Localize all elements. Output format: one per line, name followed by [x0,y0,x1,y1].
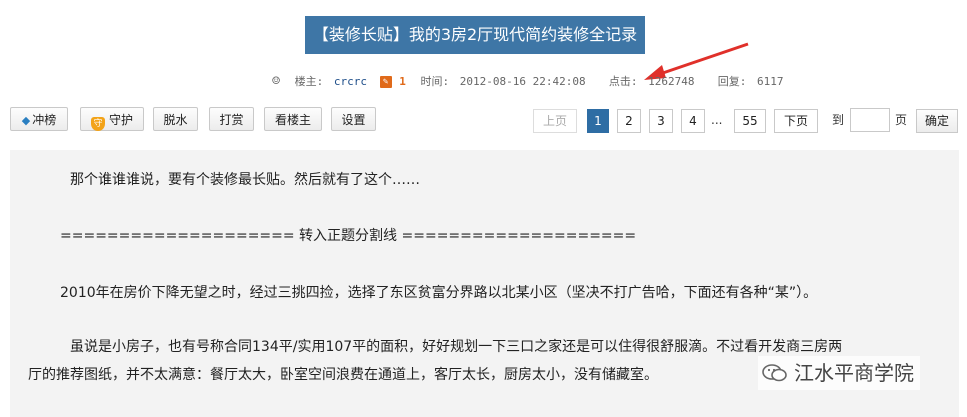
page-ellipsis: ... [711,113,723,127]
wechat-icon [762,364,787,382]
diamond-icon: ◆ [21,114,31,127]
user-icon: ☺ [272,74,280,89]
page-link-1[interactable]: 1 [587,109,609,133]
confirm-button[interactable]: 确定 [916,109,958,133]
rank-button[interactable]: ◆ 冲榜 [10,107,68,131]
views-label: 点击: [608,75,638,88]
reply-count: 6117 [756,75,784,88]
goto-label: 到 [832,113,845,127]
goto-page-input[interactable] [850,108,890,132]
guard-button[interactable]: 守守护 [80,107,144,131]
post-paragraph: 那个谁谁谁说，要有个装修最长贴。然后就有了这个…… [70,172,420,188]
settings-button[interactable]: 设置 [331,107,376,131]
thread-meta: ☺ 楼主: crcrc ✎ 1 时间: 2012-08-16 22:42:08 … [268,72,783,92]
page-link-3[interactable]: 3 [649,109,673,133]
author-label: 楼主: [294,75,324,88]
page-link-2[interactable]: 2 [617,109,641,133]
owner-only-button[interactable]: 看楼主 [264,107,322,131]
post-paragraph: 2010年在房价下降无望之时，经过三挑四捡，选择了东区贫富分界路以北某小区（坚决… [60,285,818,301]
shield-icon: 守 [90,117,105,131]
level-badge-icon: ✎ [379,76,392,88]
watermark-text: 江水平商学院 [794,361,914,385]
author-level: 1 [399,75,406,88]
post-divider: ==================== 转入正题分割线 ===========… [60,228,637,244]
dehydrate-button[interactable]: 脱水 [153,107,198,131]
reward-button[interactable]: 打赏 [209,107,254,131]
page-link-last[interactable]: 55 [734,109,766,133]
time-label: 时间: [420,75,450,88]
post-paragraph: 虽说是小房子，也有号称合同134平/实用107平的面积，好好规划一下三口之家还是… [70,339,843,355]
view-count: 1262748 [648,75,695,88]
prev-page-button[interactable]: 上页 [533,109,577,133]
post-time: 2012-08-16 22:42:08 [459,75,586,88]
post-paragraph: 厅的推荐图纸，并不太满意：餐厅太大，卧室空间浪费在通道上，客厅太长，厨房太小，没… [28,367,658,383]
author-link[interactable]: crcrc [334,72,367,92]
next-page-button[interactable]: 下页 [774,109,818,133]
page-link-4[interactable]: 4 [681,109,705,133]
watermark: 江水平商学院 [758,356,920,390]
page-unit-label: 页 [895,113,908,127]
replies-label: 回复: [717,75,747,88]
thread-title: 【装修长贴】我的3房2厅现代简约装修全记录 [305,16,645,54]
